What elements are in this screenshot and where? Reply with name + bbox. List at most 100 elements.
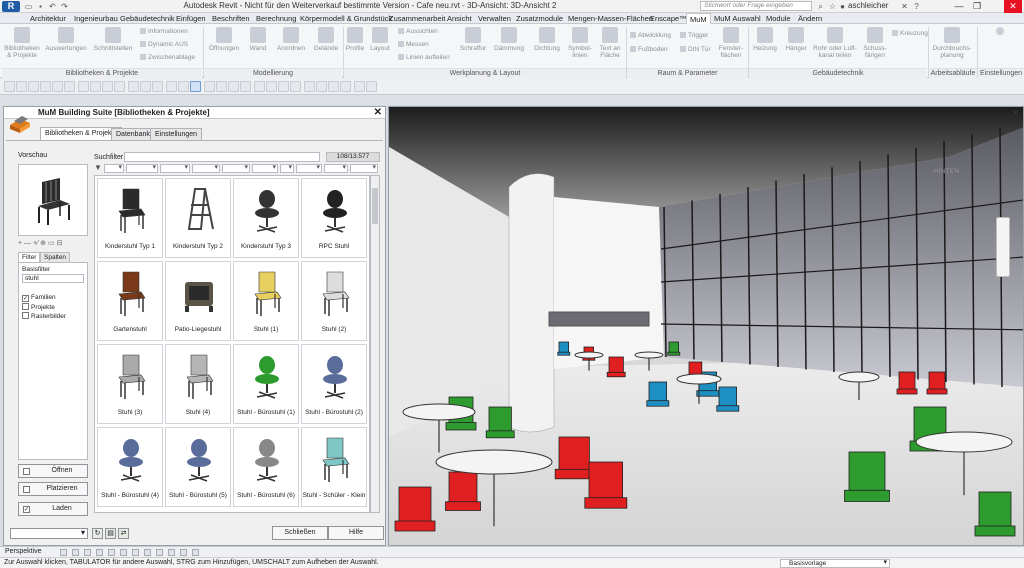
tab-einfuegen[interactable]: Einfügen: [176, 13, 206, 24]
library-item[interactable]: Stuhl (4): [165, 344, 231, 424]
viewport-close-icon[interactable]: ✕: [1011, 108, 1019, 119]
navigation-bar[interactable]: [996, 217, 1010, 277]
din-tuer-button[interactable]: DIN Tür: [680, 46, 711, 53]
toolbar-tool-icon[interactable]: [366, 81, 377, 92]
column-filter[interactable]: [280, 163, 294, 173]
toolbar-tool-icon[interactable]: [354, 81, 365, 92]
toolbar-tool-icon[interactable]: [228, 81, 239, 92]
tab-datenbank[interactable]: Datenbank: [111, 128, 155, 140]
checkbox-projekte-box[interactable]: [22, 303, 29, 310]
oeffnen-button[interactable]: Öffnen: [18, 464, 88, 478]
gelaende-button[interactable]: Gelände: [310, 27, 342, 67]
tab-beschriften[interactable]: Beschriften: [212, 13, 250, 24]
toolbar-tool-icon[interactable]: [128, 81, 139, 92]
library-item[interactable]: Gartenstuhl: [97, 261, 163, 341]
trigger-button[interactable]: Trigger: [680, 32, 708, 39]
toolbar-tool-icon[interactable]: [114, 81, 125, 92]
column-filter[interactable]: [192, 163, 220, 173]
laden-button[interactable]: ✓ Laden: [18, 502, 88, 516]
help-button[interactable]: Hilfe: [328, 526, 384, 540]
library-item[interactable]: Kinderstuhl Typ 3: [233, 178, 299, 258]
basisfilter-input[interactable]: stuhl: [22, 274, 84, 283]
einstellungen-button[interactable]: [982, 27, 1018, 67]
library-scrollbar[interactable]: [370, 175, 380, 513]
toolbar-tool-icon[interactable]: [328, 81, 339, 92]
checkbox-rasterbilder[interactable]: Rasterbilder: [22, 312, 66, 320]
view-control-icon[interactable]: [120, 549, 127, 556]
funnel-icon[interactable]: ▼: [94, 163, 102, 172]
column-filter[interactable]: [296, 163, 322, 173]
library-item[interactable]: Stuhl - Bürostuhl (1): [233, 344, 299, 424]
fussboden-button[interactable]: Fußboden: [630, 46, 668, 53]
workset-select[interactable]: Basisvorlage: [780, 559, 890, 568]
toolbar-tool-icon[interactable]: [204, 81, 215, 92]
suchfilter-input[interactable]: [124, 152, 320, 162]
library-item[interactable]: Kinderstuhl Typ 1: [97, 178, 163, 258]
toolbar-tool-icon[interactable]: [28, 81, 39, 92]
tab-gebaeudetechnik[interactable]: Gebäudetechnik: [120, 13, 175, 24]
column-filter[interactable]: [222, 163, 250, 173]
library-item[interactable]: Patio-Liegestuhl: [165, 261, 231, 341]
tab-mengen-massen[interactable]: Mengen-Massen-Flächen: [568, 13, 653, 24]
toolbar-tool-icon[interactable]: [152, 81, 163, 92]
scrollbar-thumb[interactable]: [372, 188, 378, 224]
column-filter[interactable]: [324, 163, 348, 173]
heizung-button[interactable]: Heizung: [750, 27, 780, 67]
wand-button[interactable]: Wand: [244, 27, 272, 67]
tab-mum-auswahl[interactable]: MuM Auswahl: [714, 13, 761, 24]
view-control-icon[interactable]: [96, 549, 103, 556]
mum-close-icon[interactable]: ✕: [374, 107, 382, 119]
library-item[interactable]: Stuhl - Bürostuhl (5): [165, 427, 231, 507]
help-search-input[interactable]: Stichwort oder Frage eingeben: [700, 1, 812, 11]
fensterflaechen-button[interactable]: Fenster-flächen: [716, 27, 746, 67]
tab-architektur[interactable]: Architektur: [30, 13, 66, 24]
library-item[interactable]: Stuhl (2): [301, 261, 367, 341]
column-filter[interactable]: [126, 163, 158, 173]
schnittstellen-button[interactable]: Schnittstellen: [90, 27, 136, 67]
toolbar-tool-icon[interactable]: [166, 81, 177, 92]
undo-icon[interactable]: ↶: [48, 2, 57, 11]
view-control-icon[interactable]: [108, 549, 115, 556]
help-icon[interactable]: ?: [912, 2, 921, 11]
library-item[interactable]: Stuhl - Bürostuhl (4): [97, 427, 163, 507]
toolbar-tool-icon[interactable]: [4, 81, 15, 92]
checkbox-projekte[interactable]: Projekte: [22, 303, 55, 311]
toolbar-tool-icon[interactable]: [316, 81, 327, 92]
schraffur-button[interactable]: Schraffur: [456, 27, 490, 67]
tab-enscape[interactable]: Enscape™: [650, 13, 687, 24]
kreuzung-button[interactable]: Kreuzung: [892, 30, 928, 37]
informationen-button[interactable]: Informationen: [140, 28, 188, 35]
tab-filter[interactable]: Filter: [18, 252, 41, 262]
haenger-button[interactable]: Hänger: [782, 27, 810, 67]
schussfaengen-button[interactable]: Schuss-fängen: [860, 27, 890, 67]
tab-einstellungen[interactable]: Einstellungen: [150, 128, 203, 140]
tab-verwalten[interactable]: Verwalten: [478, 13, 511, 24]
library-item[interactable]: Stuhl - Bürostuhl (6): [233, 427, 299, 507]
checkbox-rasterbilder-box[interactable]: [22, 312, 29, 319]
close-button[interactable]: Schließen: [272, 526, 328, 540]
toolbar-tool-icon[interactable]: [52, 81, 63, 92]
toolbar-tool-icon[interactable]: [178, 81, 189, 92]
toolbar-tool-icon[interactable]: [40, 81, 51, 92]
search-icon[interactable]: ⌕: [816, 2, 825, 11]
user-icon[interactable]: ●: [838, 2, 847, 11]
save-icon[interactable]: ▪: [36, 2, 45, 11]
toolbar-tool-icon[interactable]: [290, 81, 301, 92]
minimize-button[interactable]: —: [950, 0, 968, 13]
toolbar-tool-icon[interactable]: [90, 81, 101, 92]
oeffnungen-button[interactable]: Öffnungen: [206, 27, 242, 67]
view-control-icon[interactable]: [168, 549, 175, 556]
redo-icon[interactable]: ↷: [60, 2, 69, 11]
preview-toolbar[interactable]: + — +⁄ ⊕ ▭ ⊟: [18, 239, 88, 247]
exchange-icon[interactable]: ✕: [900, 2, 909, 11]
tab-ansicht[interactable]: Ansicht: [447, 13, 472, 24]
column-filter[interactable]: [160, 163, 190, 173]
library-item[interactable]: Stuhl (1): [233, 261, 299, 341]
tab-zusammenarbeit[interactable]: Zusammenarbeit: [389, 13, 445, 24]
tab-module[interactable]: Module: [766, 13, 791, 24]
sync-icon[interactable]: ⇄: [118, 528, 129, 539]
view-control-icon[interactable]: [72, 549, 79, 556]
close-window-button[interactable]: ✕: [1004, 0, 1022, 13]
checkbox-familien[interactable]: ✓ Familien: [22, 294, 56, 302]
library-item[interactable]: Kinderstuhl Typ 2: [165, 178, 231, 258]
